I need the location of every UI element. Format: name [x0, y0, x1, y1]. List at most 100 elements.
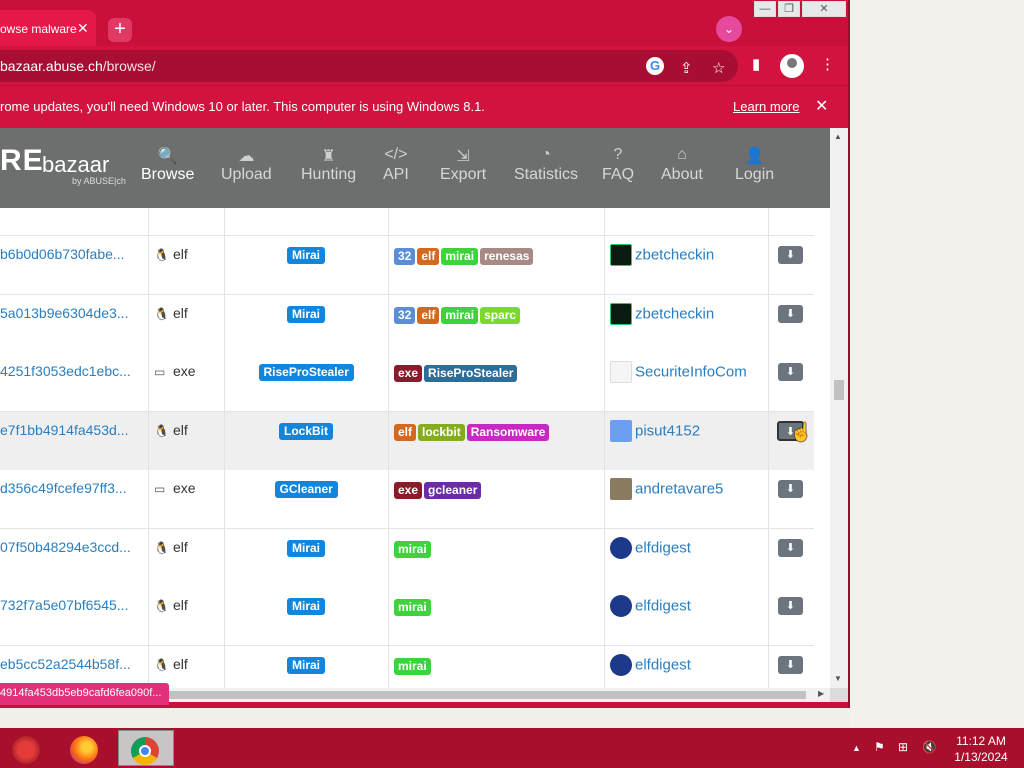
download-icon[interactable]: ⬇ — [778, 304, 803, 323]
reporter-name[interactable]: SecuriteInfoCom — [635, 364, 747, 381]
tag-badge[interactable]: elf — [394, 423, 417, 441]
tag-badge[interactable]: gcleaner — [424, 482, 482, 499]
table-row[interactable]: 07f50b48294e3ccd... 🐧 elf Mirai mirai elfdige… — [0, 528, 814, 588]
table-row[interactable]: b6b0d06b730fabe... 🐧 elf Mirai 32 elf mirai ren… — [0, 236, 814, 295]
logo-bazaar-text[interactable]: bazaar — [42, 152, 109, 178]
tag-badge[interactable]: renesas — [480, 248, 534, 265]
table-row[interactable]: d356c49fcefe97ff3... ▭ exe GCleaner exe gclea… — [0, 470, 814, 529]
tag-badge[interactable]: lockbit — [418, 423, 465, 441]
infobar-close-icon[interactable]: ✕ — [815, 96, 828, 116]
reporter[interactable]: elfdigest — [610, 536, 691, 559]
reporter[interactable]: elfdigest — [610, 653, 691, 676]
reporter[interactable]: SecuriteInfoCom — [610, 361, 747, 383]
signature-badge[interactable]: LockBit — [279, 422, 334, 440]
sha256-link[interactable]: 732f7a5e07bf6545... — [0, 597, 128, 613]
new-tab-button[interactable]: + — [108, 18, 132, 42]
network-icon[interactable]: ⊞ — [898, 740, 908, 754]
reporter[interactable]: andretavare5 — [610, 478, 723, 500]
tag-badge[interactable]: Ransomware — [466, 423, 550, 441]
reporter[interactable]: pisut4152 — [610, 419, 700, 442]
reporter-name[interactable]: zbetcheckin — [635, 305, 714, 322]
tag-badge[interactable]: 32 — [394, 306, 416, 324]
minimize-button[interactable]: — — [754, 1, 776, 17]
side-panel-icon[interactable]: ▮ — [752, 55, 760, 73]
scroll-thumb[interactable] — [834, 380, 844, 400]
scroll-right-icon[interactable]: ▶ — [818, 689, 824, 698]
menu-kebab-icon[interactable]: ⋮ — [820, 55, 835, 73]
sha256-link[interactable]: eb5cc52a2544b58f... — [0, 656, 131, 672]
maximize-button[interactable]: ❐ — [778, 1, 800, 17]
reporter-name[interactable]: andretavare5 — [635, 481, 723, 498]
clock[interactable]: 11:12 AM 1/13/2024 — [948, 733, 1014, 765]
tag-badge[interactable]: mirai — [441, 306, 479, 324]
tab-search-icon[interactable]: ⌄ — [716, 16, 742, 42]
vertical-scrollbar[interactable]: ▲ ▼ — [830, 128, 848, 688]
reporter-name[interactable]: zbetcheckin — [635, 247, 714, 264]
download-icon[interactable]: ⬇ — [778, 538, 803, 557]
nav-browse[interactable]: 🔍 Browse — [141, 146, 194, 184]
close-window-button[interactable]: ✕ — [802, 1, 846, 17]
nav-upload[interactable]: ☁ Upload — [221, 146, 272, 184]
tray-expand-icon[interactable]: ▲ — [852, 743, 861, 753]
download-icon[interactable]: ⬇ — [778, 246, 803, 264]
signature-badge[interactable]: RiseProStealer — [258, 364, 354, 381]
signature-badge[interactable]: Mirai — [287, 247, 326, 264]
tag-badge[interactable]: RiseProStealer — [424, 365, 518, 382]
tab-browse-malware[interactable]: owse malware ✕ — [0, 10, 96, 46]
nav-login[interactable]: 👤 Login — [735, 146, 774, 184]
table-row[interactable]: 5a013b9e6304de3... 🐧 elf Mirai 32 elf mirai spa… — [0, 294, 814, 354]
taskbar-chrome[interactable] — [118, 730, 174, 766]
reporter[interactable]: zbetcheckin — [610, 244, 714, 266]
url-input[interactable]: bazaar.abuse.ch/browse/ G ⇪ ☆ — [0, 50, 738, 82]
table-row[interactable]: 4251f3053edc1ebc... ▭ exe RiseProStealer exe… — [0, 353, 814, 412]
download-icon[interactable]: ⬇ — [778, 597, 803, 615]
reporter[interactable]: zbetcheckin — [610, 302, 714, 325]
flag-icon[interactable]: ⚑ — [874, 740, 885, 754]
google-lens-icon[interactable]: G — [646, 57, 664, 75]
nav-export[interactable]: ⇲ Export — [440, 146, 486, 184]
signature-badge[interactable]: Mirai — [287, 656, 326, 674]
tag-badge[interactable]: mirai — [441, 248, 479, 265]
volume-muted-icon[interactable]: 🔇 — [922, 740, 937, 754]
share-icon[interactable]: ⇪ — [680, 59, 693, 77]
sha256-link[interactable]: 4251f3053edc1ebc... — [0, 363, 131, 379]
download-icon[interactable]: ⬇ — [778, 363, 803, 381]
taskbar-firefox[interactable] — [58, 730, 114, 766]
tab-close-icon[interactable]: ✕ — [77, 20, 89, 37]
sha256-link[interactable]: 07f50b48294e3ccd... — [0, 539, 131, 555]
tag-badge[interactable]: elf — [417, 306, 440, 324]
scroll-down-icon[interactable]: ▼ — [834, 674, 842, 683]
signature-badge[interactable]: GCleaner — [274, 481, 338, 498]
tag-badge[interactable]: mirai — [394, 599, 431, 616]
signature-badge[interactable]: Mirai — [287, 539, 326, 557]
nav-faq[interactable]: ? FAQ — [602, 146, 634, 184]
nav-api[interactable]: </> API — [383, 146, 409, 184]
sha256-link[interactable]: d356c49fcefe97ff3... — [0, 480, 127, 496]
table-row[interactable]: e7f1bb4914fa453d... 🐧 elf LockBit elf lockbit… — [0, 411, 814, 471]
reporter-name[interactable]: pisut4152 — [635, 422, 700, 439]
sha256-link[interactable]: b6b0d06b730fabe... — [0, 246, 125, 262]
download-icon[interactable]: ⬇ — [778, 655, 803, 674]
logo-text[interactable]: RE — [0, 144, 44, 178]
scroll-up-icon[interactable]: ▲ — [834, 132, 842, 141]
reporter[interactable]: elfdigest — [610, 595, 691, 617]
nav-about[interactable]: ⌂ About — [661, 146, 703, 184]
reporter-name[interactable]: elfdigest — [635, 656, 691, 673]
table-row[interactable]: 732f7a5e07bf6545... 🐧 elf Mirai mirai elfdige… — [0, 587, 814, 646]
reporter-name[interactable]: elfdigest — [635, 539, 691, 556]
download-icon[interactable]: ⬇ — [778, 480, 803, 498]
table-row[interactable]: eb5cc52a2544b58f... 🐧 elf Mirai mirai elfdige… — [0, 645, 814, 688]
tag-badge[interactable]: exe — [394, 482, 423, 499]
learn-more-link[interactable]: Learn more — [733, 99, 799, 114]
profile-avatar-icon[interactable] — [780, 54, 804, 78]
tag-badge[interactable]: 32 — [394, 248, 416, 265]
taskbar-app-1[interactable] — [0, 730, 56, 766]
signature-badge[interactable]: Mirai — [287, 305, 326, 323]
signature-badge[interactable]: Mirai — [287, 598, 326, 615]
reporter-name[interactable]: elfdigest — [635, 598, 691, 615]
tag-badge[interactable]: elf — [417, 248, 440, 265]
nav-hunting[interactable]: ♜ Hunting — [301, 146, 356, 184]
bookmark-star-icon[interactable]: ☆ — [712, 59, 725, 77]
nav-statistics[interactable]: ◔ Statistics — [514, 146, 578, 184]
tag-badge[interactable]: exe — [394, 365, 423, 382]
